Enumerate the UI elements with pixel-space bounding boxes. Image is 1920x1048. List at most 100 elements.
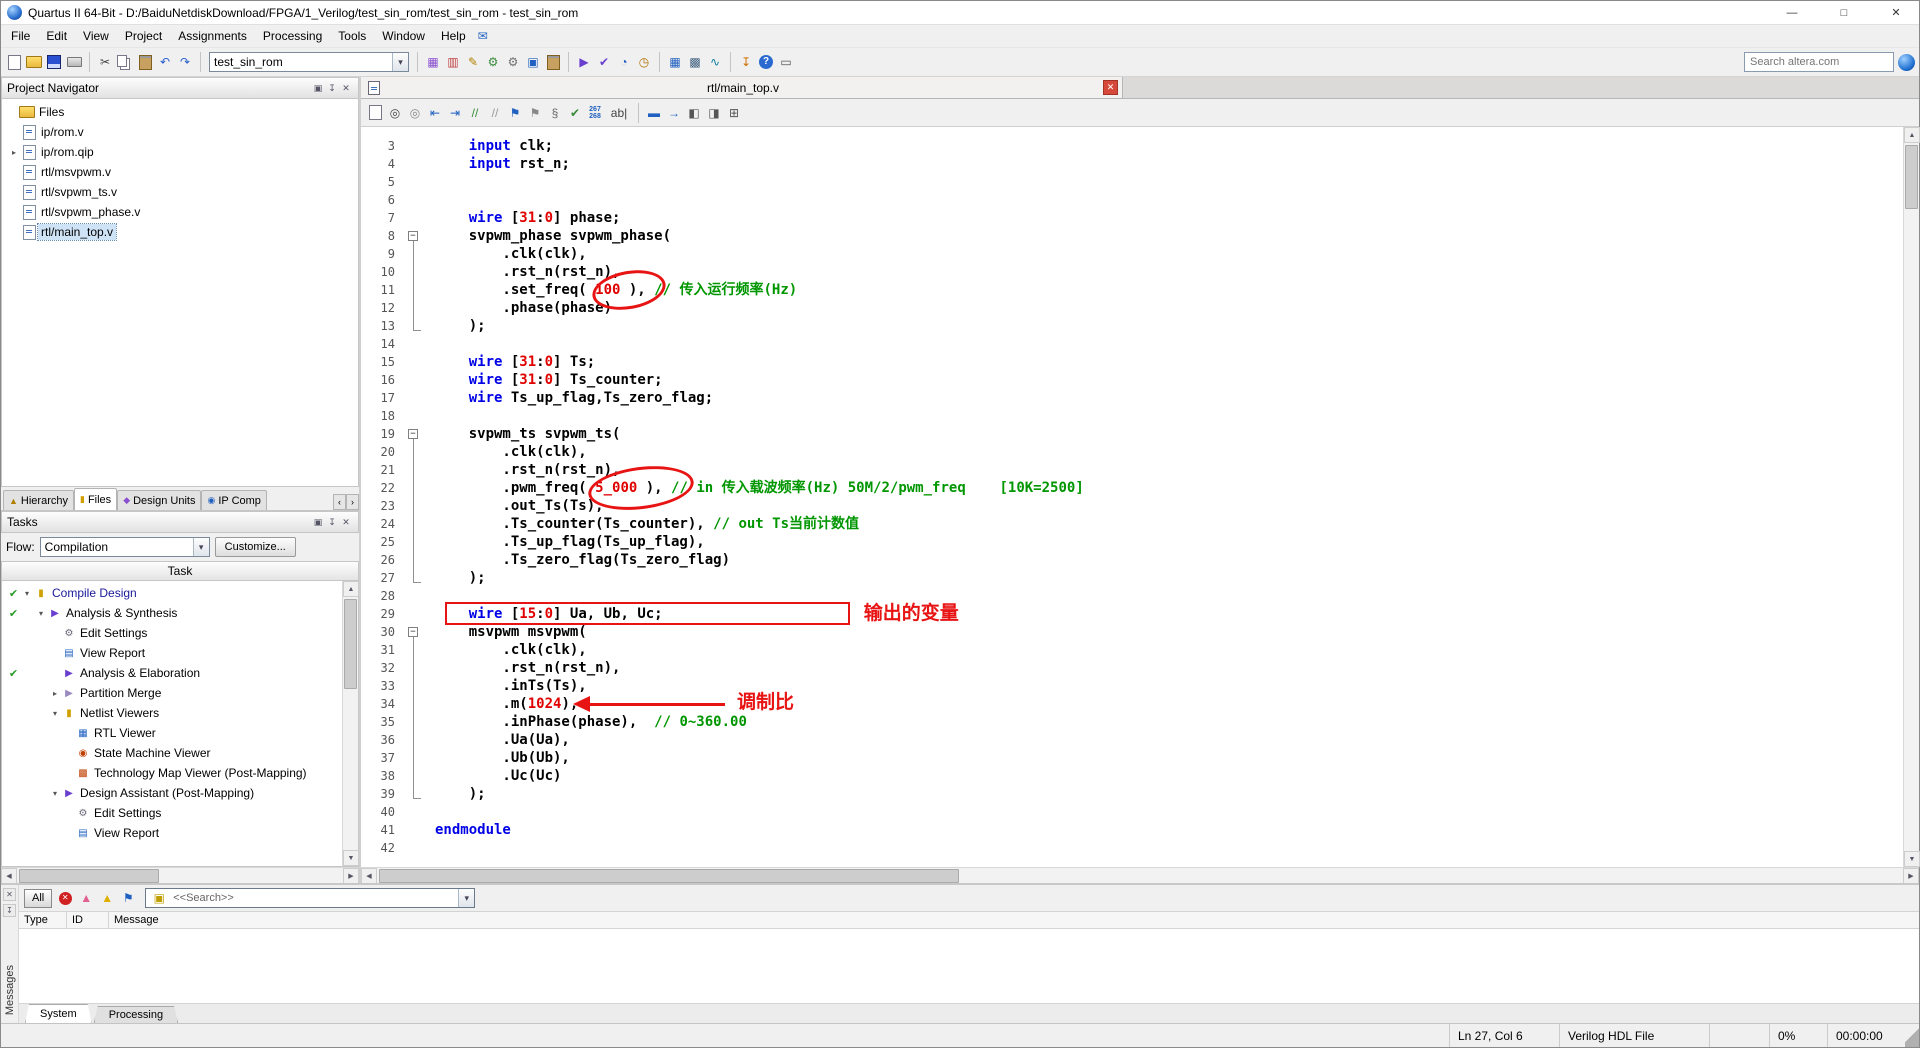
redo-icon[interactable]: ↷ [176,53,194,71]
code-line[interactable]: 16 wire [31:0] Ts_counter; [361,371,1903,389]
scroll-down-arrow[interactable]: ▼ [343,850,359,866]
timequest-icon[interactable]: ◔ [615,53,633,71]
new-doc-icon[interactable] [366,104,384,122]
tree-expand-icon[interactable]: ▾ [35,609,47,618]
task-item[interactable]: ⚙Edit Settings [2,623,342,643]
customize-button[interactable]: Customize... [215,537,296,557]
code-line[interactable]: 22 .pwm_freq( 5_000 ), // in 传入载波频率(Hz) … [361,479,1903,497]
fold-collapse-icon[interactable]: − [408,627,418,637]
minimize-button[interactable]: — [1769,1,1815,25]
task-tree-vscrollbar[interactable]: ▲ ▼ [342,581,358,866]
expand-arrow-icon[interactable]: ▸ [8,148,20,157]
code-line[interactable]: 39 ); [361,785,1903,803]
split-horizontal-icon[interactable]: ◧ [685,104,703,122]
tab-ip-components[interactable]: ◉IP Comp [201,490,266,510]
start-compilation-icon[interactable]: ▶ [575,53,593,71]
menu-view[interactable]: View [75,25,117,47]
code-line[interactable]: 12 .phase(phase) [361,299,1903,317]
code-line[interactable]: 23 .out_Ts(Ts), [361,497,1903,515]
code-line[interactable]: 40 [361,803,1903,821]
fullscreen-icon[interactable]: ⊞ [725,104,743,122]
task-item[interactable]: ◉State Machine Viewer [2,743,342,763]
scroll-left-arrow[interactable]: ◀ [361,868,377,884]
find-icon[interactable]: ◎ [386,104,404,122]
code-line[interactable]: 4 input rst_n; [361,155,1903,173]
pin-icon[interactable]: ↧ [3,904,16,917]
help-icon[interactable] [757,53,775,71]
file-tree-item[interactable]: ▸ip/rom.qip [2,142,358,162]
editor-tab[interactable]: rtl/main_top.v ✕ [361,77,1123,98]
task-item[interactable]: ▾▶Design Assistant (Post-Mapping) [2,783,342,803]
close-panel-icon[interactable]: ✕ [3,888,16,901]
editor-hscrollbar[interactable]: ◀ ▶ [361,867,1919,883]
menu-window[interactable]: Window [374,25,433,47]
code-line[interactable]: 25 .Ts_up_flag(Ts_up_flag), [361,533,1903,551]
pin-icon[interactable]: ↧ [325,81,339,95]
window-icon[interactable]: ▭ [777,53,795,71]
bookmark-icon[interactable]: ⚑ [506,104,524,122]
scroll-up-arrow[interactable]: ▲ [343,581,359,597]
scroll-right-arrow[interactable]: ▶ [343,868,359,884]
code-line[interactable]: 17 wire Ts_up_flag,Ts_zero_flag; [361,389,1903,407]
messages-list[interactable] [19,929,1919,1003]
file-tree-root[interactable]: Files [2,102,358,122]
code-line[interactable]: 32 .rst_n(rst_n), [361,659,1903,677]
tab-hierarchy[interactable]: ▲Hierarchy [3,490,74,510]
error-filter-icon[interactable] [56,889,74,907]
task-item[interactable]: ▸▶Partition Merge [2,683,342,703]
scroll-right-arrow[interactable]: ▶ [1903,868,1919,884]
critical-warning-filter-icon[interactable]: ▲ [77,889,95,907]
code-line[interactable]: 26 .Ts_zero_flag(Ts_zero_flag) [361,551,1903,569]
pin-planner-icon[interactable]: ▥ [444,53,462,71]
clipboard-check-icon[interactable] [544,53,562,71]
editor-vscrollbar[interactable]: ▲ ▼ [1903,127,1919,867]
scroll-track[interactable] [1904,143,1919,851]
code-line[interactable]: 33 .inTs(Ts), [361,677,1903,695]
dock-icon[interactable]: ▣ [311,515,325,529]
uncomment-icon[interactable]: // [486,104,504,122]
code-line[interactable]: 21 .rst_n(rst_n), [361,461,1903,479]
syntax-check-icon[interactable]: ✔ [566,104,584,122]
task-item[interactable]: ▾▮Netlist Viewers [2,703,342,723]
revision-select[interactable]: test_sin_rom▾ [209,52,409,72]
open-file-icon[interactable] [25,53,43,71]
menu-assignments[interactable]: Assignments [170,25,255,47]
feedback-icon[interactable]: ✉ [474,27,492,45]
settings-gears-icon[interactable]: ⚙ [484,53,502,71]
cut-icon[interactable]: ✂ [96,53,114,71]
word-wrap-icon[interactable]: ab| [606,104,632,122]
menu-file[interactable]: File [3,25,38,47]
netlist-viewer-icon[interactable]: ▩ [686,53,704,71]
left-panel-hscrollbar[interactable]: ◀ ▶ [1,867,359,883]
code-line[interactable]: 38 .Uc(Uc) [361,767,1903,785]
resize-grip[interactable] [1905,1024,1919,1047]
globe-icon[interactable] [1898,54,1915,71]
file-tree-item[interactable]: ip/rom.v [2,122,358,142]
code-line[interactable]: 37 .Ub(Ub), [361,749,1903,767]
code-line[interactable]: 8− svpwm_phase svpwm_phase( [361,227,1903,245]
tcl-scripts-icon[interactable]: ▣ [524,53,542,71]
print-icon[interactable] [65,53,83,71]
tab-design-units[interactable]: ◆Design Units [117,490,201,510]
chip-planner-icon[interactable]: ▦ [666,53,684,71]
fold-collapse-icon[interactable]: − [408,429,418,439]
code-line[interactable]: 36 .Ua(Ua), [361,731,1903,749]
scroll-track[interactable] [377,868,1903,884]
file-tree-item[interactable]: rtl/svpwm_phase.v [2,202,358,222]
scroll-left-arrow[interactable]: ◀ [1,868,17,884]
revision-select-arrow-icon[interactable]: ▾ [392,53,408,71]
flow-select-arrow-icon[interactable]: ▾ [193,538,209,556]
editor-tab-close-button[interactable]: ✕ [1103,80,1118,95]
file-tree-item[interactable]: rtl/msvpwm.v [2,162,358,182]
scroll-track[interactable] [343,597,358,850]
task-item[interactable]: ▦RTL Viewer [2,723,342,743]
waveform-icon[interactable]: ∿ [706,53,724,71]
tab-scroll-left-icon[interactable]: ‹ [333,494,346,510]
messages-search-arrow-icon[interactable]: ▾ [458,889,474,907]
line-count-indicator[interactable]: 267 268 [586,104,604,122]
tree-expand-icon[interactable]: ▸ [49,689,61,698]
tab-scroll-right-icon[interactable]: › [346,494,359,510]
code-line[interactable]: 31 .clk(clk), [361,641,1903,659]
tree-expand-icon[interactable]: ▾ [21,589,33,598]
code-line[interactable]: 41endmodule [361,821,1903,839]
